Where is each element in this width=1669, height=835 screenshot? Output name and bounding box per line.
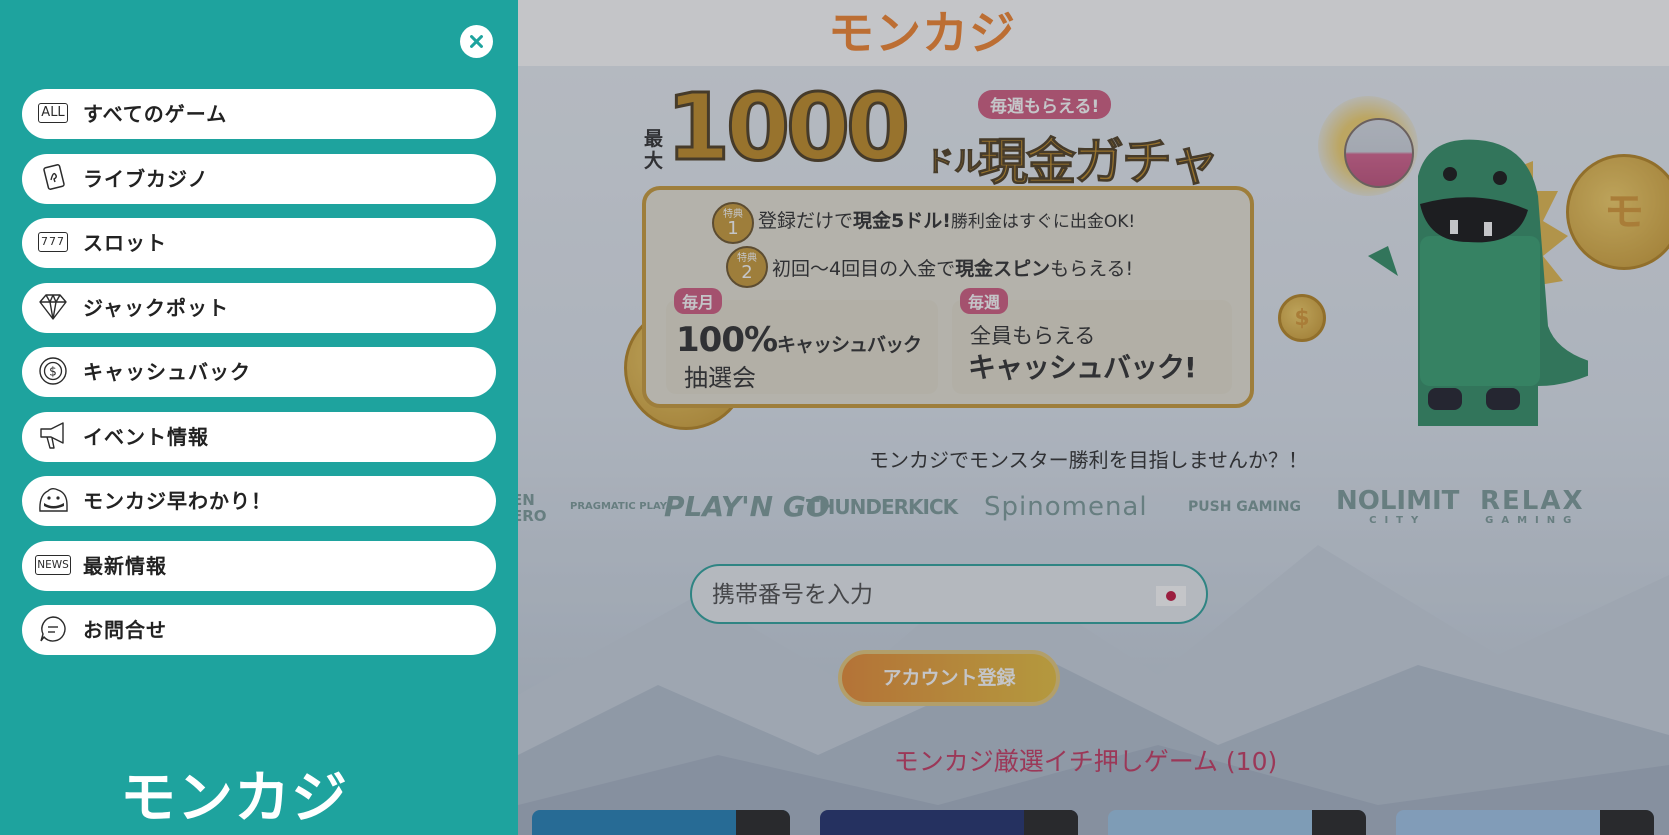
main-page: モンカジ 最大 1000 ドル 毎週もらえる! 現金ガチャ 特典 1 (518, 0, 1669, 835)
menu-item-label: モンカジ早わかり！ (83, 489, 272, 513)
cashback-coin-icon: $ (36, 356, 70, 386)
menu-item-label: イベント情報 (83, 424, 209, 449)
menu-item-all-games[interactable]: ALL すべてのゲーム (22, 89, 496, 139)
menu-item-label: キャッシュバック (83, 360, 251, 384)
menu-item-jackpot[interactable]: ジャックポット (22, 282, 496, 333)
diamond-icon (36, 292, 70, 322)
menu-item-label: ジャックポット (83, 295, 229, 320)
dim-overlay[interactable] (518, 0, 1669, 835)
menu-item-cashback[interactable]: $ キャッシュバック (22, 347, 496, 397)
news-icon: NEWS (35, 550, 71, 580)
menu-item-guide[interactable]: モンカジ早わかり！ (22, 476, 496, 526)
icon-text: ALL (38, 103, 68, 123)
menu-item-label: スロット (83, 231, 167, 255)
menu-item-label: ライブカジノ (83, 166, 209, 191)
icon-text: 777 (38, 232, 68, 252)
icon-text: NEWS (35, 554, 71, 575)
playing-card-icon (36, 163, 70, 193)
menu-item-news[interactable]: NEWS 最新情報 (22, 540, 496, 591)
menu-item-events[interactable]: イベント情報 (22, 411, 496, 462)
menu-item-label: 最新情報 (83, 553, 167, 578)
side-drawer-menu: ALL すべてのゲーム ライブカジノ 777 スロット ジャックポット $ キャ… (0, 0, 518, 835)
menu-item-label: お問合せ (83, 618, 167, 642)
menu-item-label: すべてのゲーム (83, 102, 228, 126)
slot-machine-icon: 777 (36, 227, 70, 257)
menu-item-contact[interactable]: お問合せ (22, 605, 496, 655)
svg-text:$: $ (49, 365, 57, 379)
megaphone-icon (36, 421, 70, 451)
chat-bubble-icon (36, 614, 70, 644)
menu-item-slots[interactable]: 777 スロット (22, 218, 496, 268)
drawer-logo[interactable]: モンカジ (120, 764, 348, 834)
menu-item-live-casino[interactable]: ライブカジノ (22, 153, 496, 204)
monster-face-icon (36, 485, 70, 515)
menu-list: ALL すべてのゲーム ライブカジノ 777 スロット ジャックポット $ キャ… (22, 89, 496, 670)
all-games-icon: ALL (36, 98, 70, 128)
close-icon[interactable] (460, 25, 493, 58)
